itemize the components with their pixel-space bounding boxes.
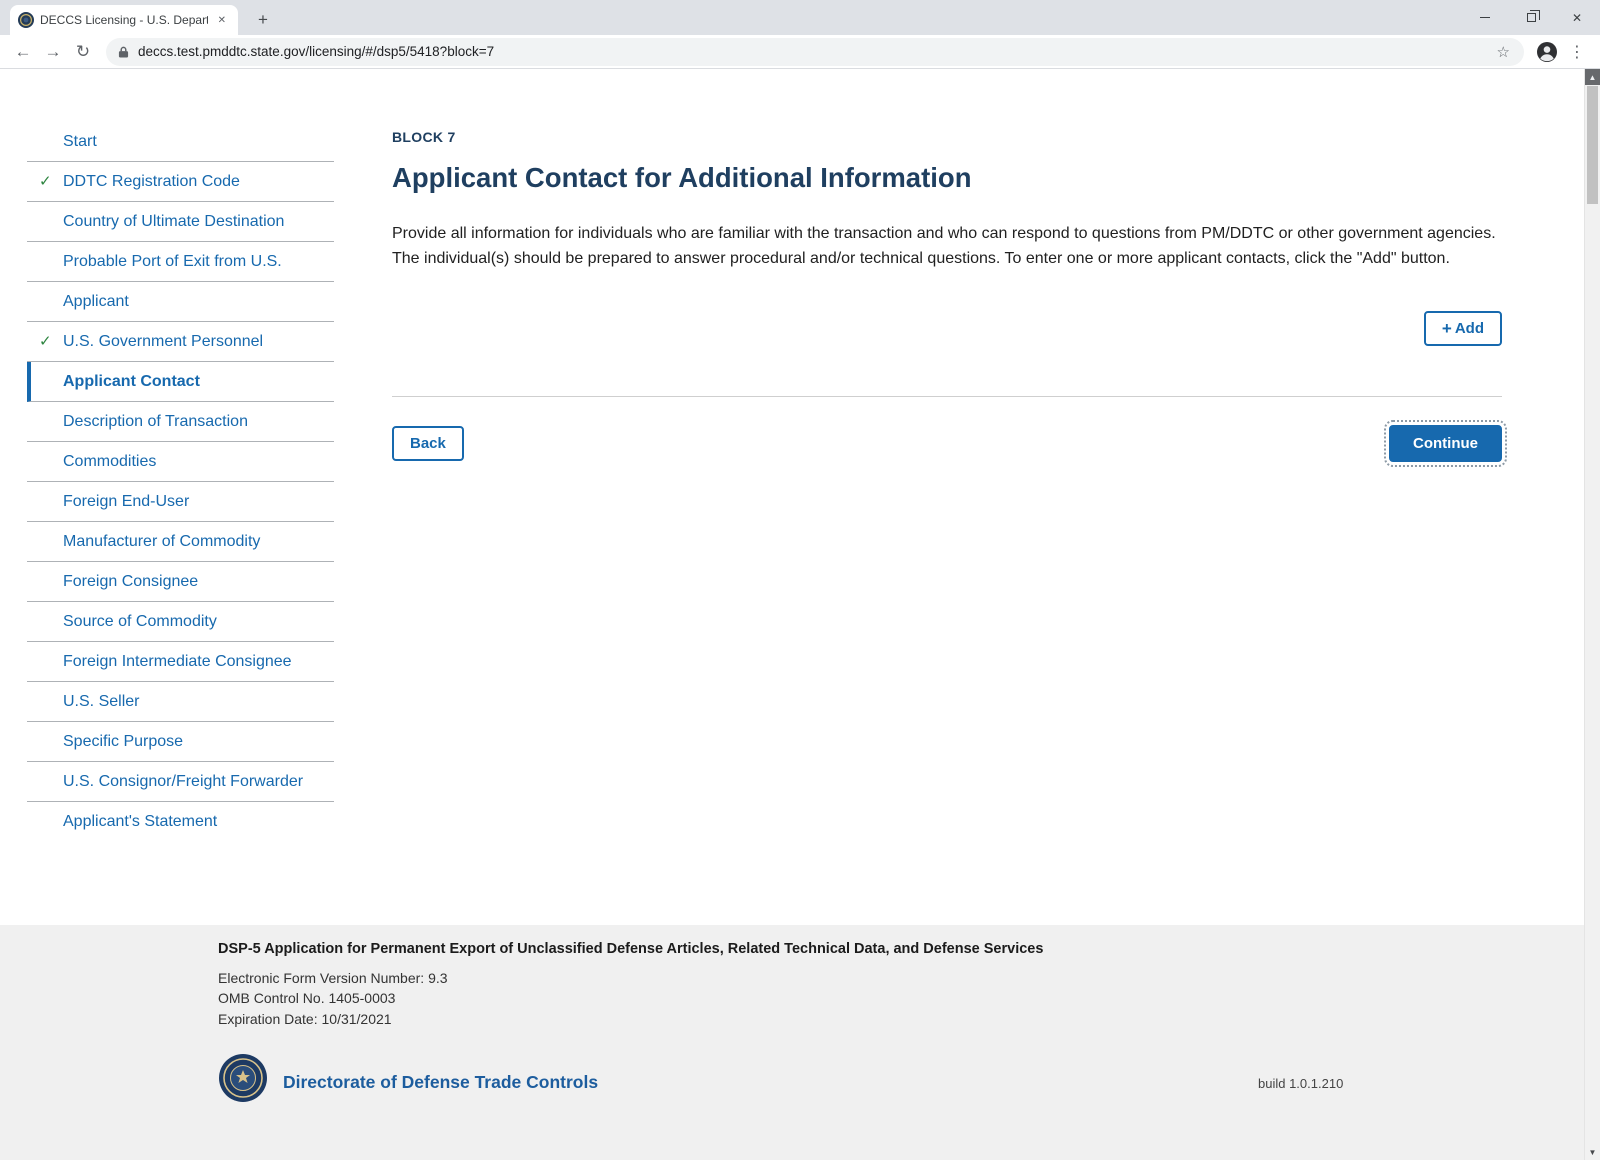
sidebar-item-u-s-seller[interactable]: U.S. Seller (27, 682, 334, 722)
sidebar-item-label: U.S. Seller (63, 693, 139, 710)
profile-icon[interactable] (1532, 37, 1562, 67)
page-content: Start ✓ DDTC Registration Code Country o… (0, 70, 1584, 1160)
sidebar-item-u-s-consignor-freight-forwarder[interactable]: U.S. Consignor/Freight Forwarder (27, 762, 334, 802)
sidebar-item-label: Foreign Intermediate Consignee (63, 653, 292, 670)
bookmark-star-icon[interactable]: ☆ (1495, 43, 1512, 61)
sidebar-item-label: Description of Transaction (63, 413, 248, 430)
tab-title: DECCS Licensing - U.S. Departme (40, 13, 208, 27)
sidebar-item-label: Start (63, 133, 97, 150)
url-text: deccs.test.pmddtc.state.gov/licensing/#/… (138, 44, 1495, 59)
sidebar-item-label: Applicant (63, 293, 129, 310)
add-button[interactable]: + Add (1424, 311, 1502, 346)
sidebar-item-label: Commodities (63, 453, 156, 470)
add-button-label: Add (1455, 320, 1484, 337)
sidebar-item-label: Probable Port of Exit from U.S. (63, 253, 282, 270)
sidebar-item-source-of-commodity[interactable]: Source of Commodity (27, 602, 334, 642)
page-title: Applicant Contact for Additional Informa… (392, 161, 1502, 195)
sidebar-item-specific-purpose[interactable]: Specific Purpose (27, 722, 334, 762)
sidebar-item-probable-port-of-exit-from-u-s[interactable]: Probable Port of Exit from U.S. (27, 242, 334, 282)
forward-nav-button[interactable]: → (38, 37, 68, 67)
lock-icon (118, 45, 129, 59)
browser-toolbar: ← → ↻ deccs.test.pmddtc.state.gov/licens… (0, 35, 1600, 69)
sidebar-item-u-s-government-personnel[interactable]: ✓ U.S. Government Personnel (27, 322, 334, 362)
page-description: Provide all information for individuals … (392, 221, 1497, 271)
sidebar-item-foreign-consignee[interactable]: Foreign Consignee (27, 562, 334, 602)
sidebar-item-label: U.S. Consignor/Freight Forwarder (63, 773, 303, 790)
block-label: BLOCK 7 (392, 129, 1502, 145)
sidebar-item-label: Applicant's Statement (63, 813, 217, 830)
scrollbar[interactable]: ▲ ▼ (1584, 69, 1600, 1160)
minimize-icon (1480, 17, 1490, 18)
build-version: build 1.0.1.210 (1258, 1076, 1343, 1091)
scroll-up-button[interactable]: ▲ (1585, 69, 1600, 85)
scroll-down-button[interactable]: ▼ (1585, 1144, 1600, 1160)
sidebar-item-foreign-end-user[interactable]: Foreign End-User (27, 482, 334, 522)
directorate-link[interactable]: Directorate of Defense Trade Controls (283, 1072, 598, 1093)
sidebar-item-applicant-contact[interactable]: Applicant Contact (27, 362, 334, 402)
scrollbar-thumb[interactable] (1587, 86, 1598, 204)
sidebar-item-start[interactable]: Start (27, 122, 334, 162)
continue-button[interactable]: Continue (1389, 425, 1502, 462)
tab-close-icon[interactable]: ✕ (214, 13, 230, 28)
restore-button[interactable] (1508, 0, 1554, 35)
plus-icon: + (1442, 322, 1452, 336)
sidebar-item-label: Source of Commodity (63, 613, 217, 630)
close-button[interactable]: ✕ (1554, 0, 1600, 35)
sidebar-item-label: Foreign End-User (63, 493, 189, 510)
check-icon: ✓ (39, 332, 52, 351)
restore-icon (1527, 13, 1536, 22)
sidebar-item-commodities[interactable]: Commodities (27, 442, 334, 482)
form-version: Electronic Form Version Number: 9.3 (218, 968, 1043, 989)
new-tab-button[interactable]: + (250, 7, 276, 33)
address-bar[interactable]: deccs.test.pmddtc.state.gov/licensing/#/… (106, 38, 1524, 66)
sidebar-item-foreign-intermediate-consignee[interactable]: Foreign Intermediate Consignee (27, 642, 334, 682)
sidebar-item-label: Specific Purpose (63, 733, 183, 750)
check-icon: ✓ (39, 172, 52, 191)
sidebar-item-label: DDTC Registration Code (63, 173, 240, 190)
site-favicon (18, 12, 34, 28)
sidebar-item-manufacturer-of-commodity[interactable]: Manufacturer of Commodity (27, 522, 334, 562)
browser-tab-strip: DECCS Licensing - U.S. Departme ✕ + ✕ (0, 0, 1600, 35)
sidebar-nav: Start ✓ DDTC Registration Code Country o… (27, 122, 334, 841)
browser-tab[interactable]: DECCS Licensing - U.S. Departme ✕ (10, 5, 238, 35)
sidebar-item-label: Manufacturer of Commodity (63, 533, 260, 550)
window-controls: ✕ (1462, 0, 1600, 35)
sidebar-item-description-of-transaction[interactable]: Description of Transaction (27, 402, 334, 442)
sidebar-item-label: Foreign Consignee (63, 573, 198, 590)
sidebar-item-country-of-ultimate-destination[interactable]: Country of Ultimate Destination (27, 202, 334, 242)
ddtc-seal-logo (218, 1053, 268, 1103)
sidebar-item-ddtc-registration-code[interactable]: ✓ DDTC Registration Code (27, 162, 334, 202)
sidebar-item-applicant[interactable]: Applicant (27, 282, 334, 322)
refresh-button[interactable]: ↻ (68, 37, 98, 67)
sidebar-item-label: Country of Ultimate Destination (63, 213, 284, 230)
minimize-button[interactable] (1462, 0, 1508, 35)
sidebar-item-label: U.S. Government Personnel (63, 333, 263, 350)
omb-control: OMB Control No. 1405-0003 (218, 988, 1043, 1009)
back-nav-button[interactable]: ← (8, 37, 38, 67)
form-title: DSP-5 Application for Permanent Export o… (218, 939, 1043, 960)
form-info: DSP-5 Application for Permanent Export o… (218, 939, 1043, 1029)
sidebar-item-applicant-s-statement[interactable]: Applicant's Statement (27, 802, 334, 841)
main-section: BLOCK 7 Applicant Contact for Additional… (392, 129, 1502, 462)
page-footer: DSP-5 Application for Permanent Export o… (0, 925, 1584, 1160)
browser-menu-icon[interactable]: ⋮ (1562, 37, 1592, 67)
back-button[interactable]: Back (392, 426, 464, 461)
section-divider (392, 396, 1502, 397)
back-button-label: Back (410, 435, 446, 452)
sidebar-item-label: Applicant Contact (63, 373, 200, 390)
expiration-date: Expiration Date: 10/31/2021 (218, 1009, 1043, 1030)
